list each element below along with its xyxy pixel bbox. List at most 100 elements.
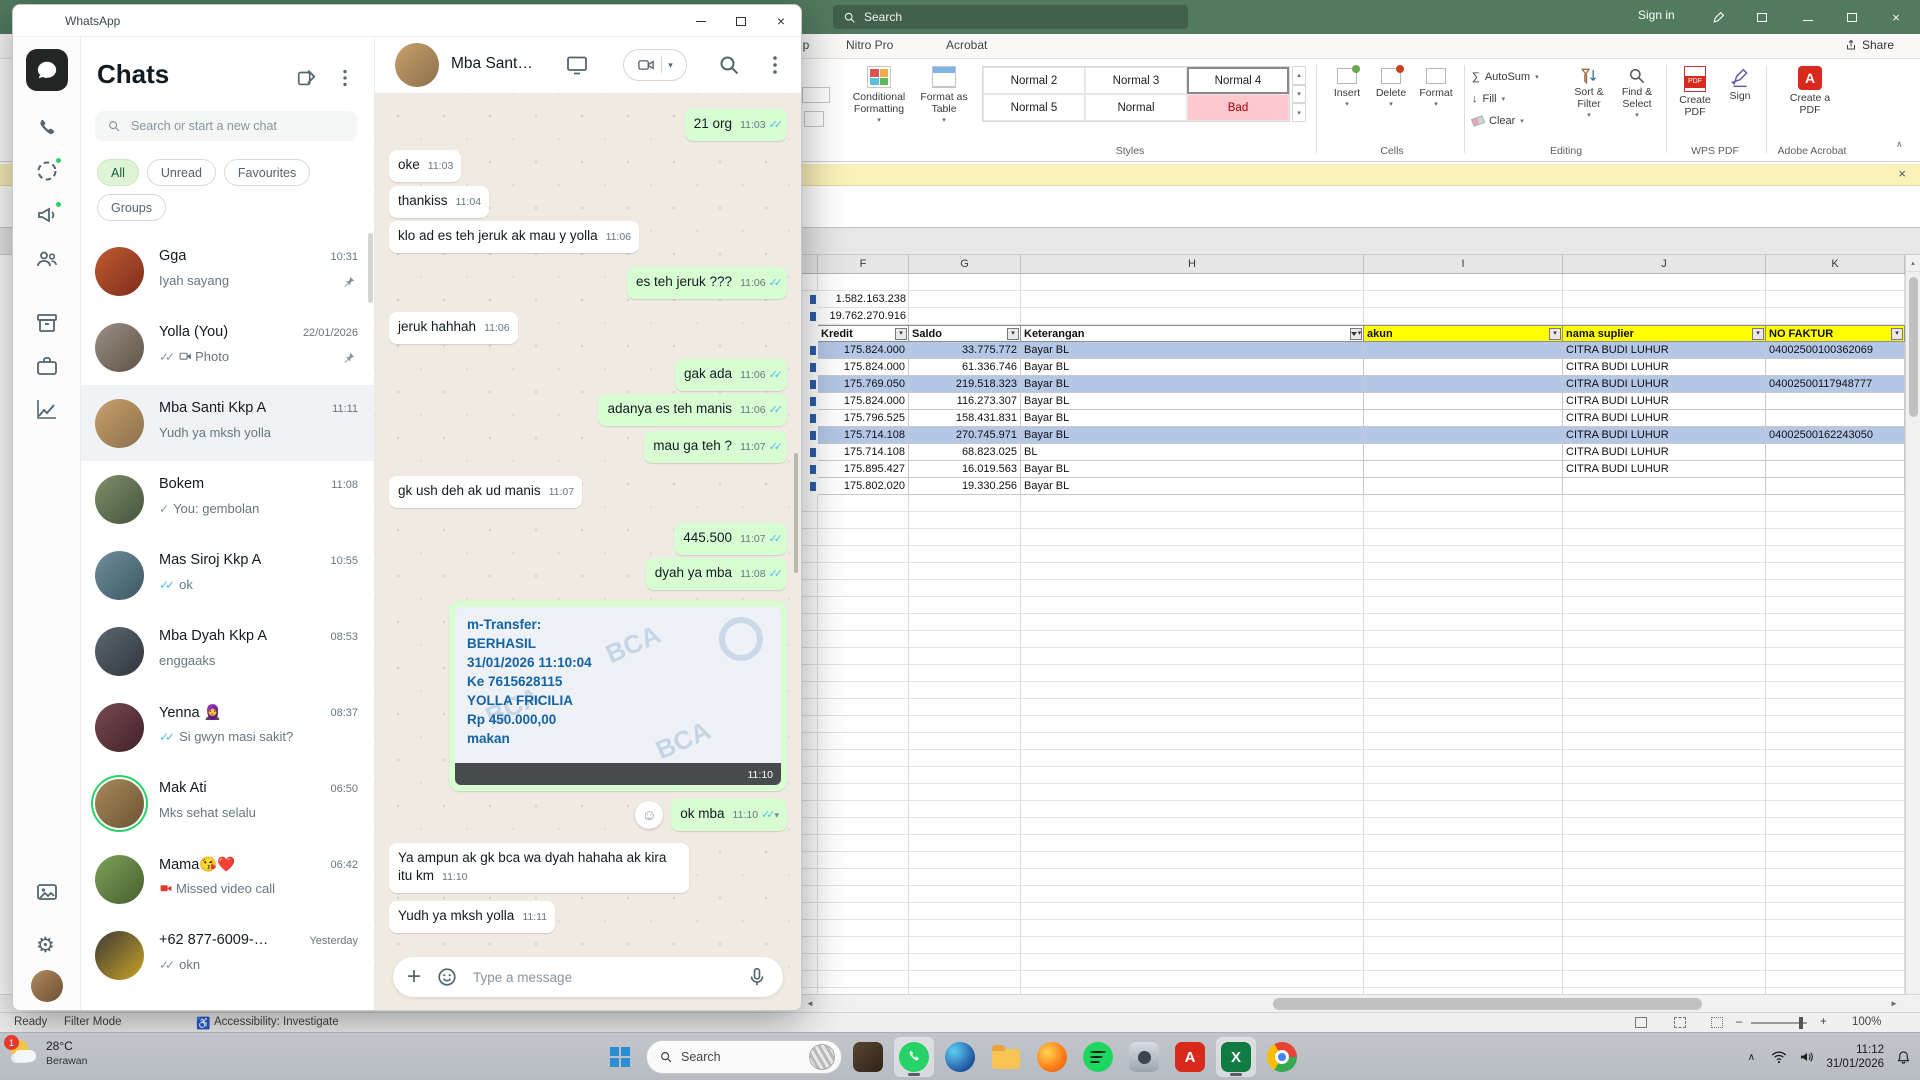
- sign-button[interactable]: Sign: [1722, 66, 1758, 102]
- grid-cell-akun[interactable]: [1364, 478, 1563, 495]
- grid-cell-keterangan[interactable]: Bayar BL: [1021, 359, 1364, 376]
- chat-filter-unread[interactable]: Unread: [147, 159, 216, 186]
- chat-list-item[interactable]: Yolla (You)22/01/2026✓✓Photo: [81, 309, 374, 385]
- filter-dropdown-icon[interactable]: ▾: [1350, 328, 1362, 340]
- grid-cell-keterangan[interactable]: Bayar BL: [1021, 461, 1364, 478]
- nav-status-button[interactable]: [35, 159, 59, 183]
- image-message-bubble[interactable]: BCABCABCAm-Transfer:BERHASIL31/01/2026 1…: [449, 601, 787, 791]
- delete-cells-button[interactable]: Delete▾: [1370, 68, 1412, 111]
- chat-filter-favourites[interactable]: Favourites: [224, 159, 310, 186]
- table-header-keterangan[interactable]: Keterangan▾: [1021, 325, 1364, 342]
- grid-cell-faktur[interactable]: [1766, 359, 1905, 376]
- message-bubble[interactable]: dyah ya mba11:08✓✓: [646, 558, 787, 590]
- grid-cell-saldo[interactable]: 61.336.746: [909, 359, 1021, 376]
- grid-cell-akun[interactable]: [1364, 342, 1563, 359]
- find-select-button[interactable]: Find & Select▾: [1614, 66, 1660, 122]
- column-header-J[interactable]: J: [1563, 255, 1766, 273]
- grid-cell-suplier[interactable]: [1563, 478, 1766, 495]
- chat-avatar[interactable]: [95, 399, 144, 448]
- grid-cell-kredit[interactable]: 175.824.000: [818, 342, 909, 359]
- column-header-I[interactable]: I: [1364, 255, 1563, 273]
- grid-cell-suplier[interactable]: CITRA BUDI LUHUR: [1563, 444, 1766, 461]
- chat-avatar[interactable]: [95, 475, 144, 524]
- fill-button[interactable]: ↓ Fill▾: [1472, 89, 1505, 109]
- message-input-bar[interactable]: +: [393, 957, 783, 997]
- grid-cell-suplier[interactable]: CITRA BUDI LUHUR: [1563, 461, 1766, 478]
- search-highlight-image[interactable]: [809, 1044, 835, 1070]
- archived-chats-icon[interactable]: [35, 311, 59, 335]
- react-smiley-icon[interactable]: ☺: [635, 801, 663, 829]
- column-header-G[interactable]: G: [909, 255, 1021, 273]
- chat-search-input[interactable]: [131, 119, 331, 133]
- grid-cell-faktur[interactable]: 04002500162243050: [1766, 427, 1905, 444]
- grid-cell-kredit[interactable]: 175.895.427: [818, 461, 909, 478]
- tab-nitro-pro[interactable]: Nitro Pro: [846, 38, 893, 52]
- grid-cell-saldo[interactable]: 270.745.971: [909, 427, 1021, 444]
- grid-cell-suplier[interactable]: CITRA BUDI LUHUR: [1563, 410, 1766, 427]
- misc-app-taskbar-icon[interactable]: [1124, 1037, 1164, 1077]
- vertical-scroll-thumb[interactable]: [1909, 277, 1918, 417]
- share-button[interactable]: Share: [1845, 38, 1894, 52]
- scroll-right-icon[interactable]: ►: [1890, 999, 1898, 1008]
- chat-filter-all[interactable]: All: [97, 159, 139, 186]
- create-a-pdf-button[interactable]: A Create a PDF: [1784, 66, 1836, 116]
- grid-cell-kredit[interactable]: 175.802.020: [818, 478, 909, 495]
- vertical-scrollbar[interactable]: ▴: [1905, 255, 1920, 994]
- excel-minimize-button[interactable]: [1788, 0, 1828, 34]
- message-bubble[interactable]: adanya es teh manis11:06✓✓: [598, 394, 787, 426]
- whatsapp-titlebar[interactable]: WhatsApp ×: [13, 5, 801, 37]
- task-view-icon[interactable]: [848, 1037, 888, 1077]
- ribbon-display-options-icon[interactable]: [1742, 0, 1782, 34]
- weather-widget[interactable]: 28°CBerawan: [8, 1038, 87, 1068]
- clock[interactable]: 11:12 31/01/2026: [1826, 1043, 1884, 1071]
- message-bubble[interactable]: jeruk hahhah11:06: [389, 312, 518, 344]
- conversation-header[interactable]: Mba Sant… ▾: [375, 37, 801, 93]
- scroll-left-icon[interactable]: ◄: [806, 999, 814, 1008]
- filter-dropdown-icon[interactable]: ▾: [1549, 328, 1561, 340]
- grid-cell-kredit[interactable]: 175.796.525: [818, 410, 909, 427]
- grid-cell-faktur[interactable]: [1766, 444, 1905, 461]
- conditional-formatting-button[interactable]: Conditional Formatting▾: [848, 66, 910, 127]
- tray-chevron-icon[interactable]: ∧: [1742, 1048, 1760, 1066]
- filter-dropdown-icon[interactable]: ▾: [1007, 328, 1019, 340]
- chat-avatar[interactable]: [95, 855, 144, 904]
- message-bubble[interactable]: ok mba11:10✓✓▾: [671, 799, 787, 831]
- grid-cell-saldo[interactable]: 158.431.831: [909, 410, 1021, 427]
- message-bubble[interactable]: es teh jeruk ???11:06✓✓: [627, 267, 787, 299]
- message-bubble[interactable]: gk ush deh ak ud manis11:07: [389, 476, 582, 508]
- excel-search-box[interactable]: Search: [833, 5, 1188, 29]
- grid-cell-faktur[interactable]: [1766, 410, 1905, 427]
- status-accessibility[interactable]: Accessibility: Investigate: [214, 1016, 339, 1028]
- table-header-kredit[interactable]: Kredit▾: [818, 325, 909, 342]
- grid-cell-akun[interactable]: [1364, 461, 1563, 478]
- grid-cell-saldo[interactable]: 68.823.025: [909, 444, 1021, 461]
- clear-button[interactable]: Clear▾: [1472, 111, 1524, 131]
- grid-cell-suplier[interactable]: CITRA BUDI LUHUR: [1563, 427, 1766, 444]
- pen-icon[interactable]: [1698, 0, 1738, 34]
- message-bubble[interactable]: Yudh ya mksh yolla11:11: [389, 901, 555, 933]
- zoom-slider-thumb[interactable]: [1799, 1017, 1803, 1029]
- page-layout-view-icon[interactable]: [1674, 1017, 1686, 1028]
- format-as-table-button[interactable]: Format as Table▾: [914, 66, 974, 127]
- settings-gear-icon[interactable]: ⚙: [36, 933, 55, 958]
- column-header-K[interactable]: K: [1766, 255, 1905, 273]
- chat-avatar[interactable]: [95, 703, 144, 752]
- attach-plus-icon[interactable]: +: [407, 966, 421, 988]
- edge-taskbar-icon[interactable]: [940, 1037, 980, 1077]
- grid-cell-saldo[interactable]: 16.019.563: [909, 461, 1021, 478]
- grid-cell-saldo[interactable]: 219.518.323: [909, 376, 1021, 393]
- spreadsheet-grid[interactable]: 1.582.163.23819.762.270.916Kredit▾Saldo▾…: [802, 274, 1905, 994]
- call-options-chevron-icon[interactable]: ▾: [668, 60, 673, 71]
- monitor-icon[interactable]: [565, 53, 589, 77]
- grid-cell-akun[interactable]: [1364, 393, 1563, 410]
- grid-cell-kredit[interactable]: 175.769.050: [818, 376, 909, 393]
- chat-list-item[interactable]: +62 877-6009-…Yesterday✓✓okn: [81, 917, 374, 993]
- grid-cell-keterangan[interactable]: Bayar BL: [1021, 342, 1364, 359]
- grid-cell-suplier[interactable]: CITRA BUDI LUHUR: [1563, 393, 1766, 410]
- grid-cell-akun[interactable]: [1364, 444, 1563, 461]
- grid-cell-akun[interactable]: [1364, 410, 1563, 427]
- chat-avatar[interactable]: [95, 551, 144, 600]
- message-bubble[interactable]: klo ad es teh jeruk ak mau y yolla11:06: [389, 221, 639, 253]
- chat-avatar[interactable]: [95, 247, 144, 296]
- new-chat-icon[interactable]: [296, 67, 322, 93]
